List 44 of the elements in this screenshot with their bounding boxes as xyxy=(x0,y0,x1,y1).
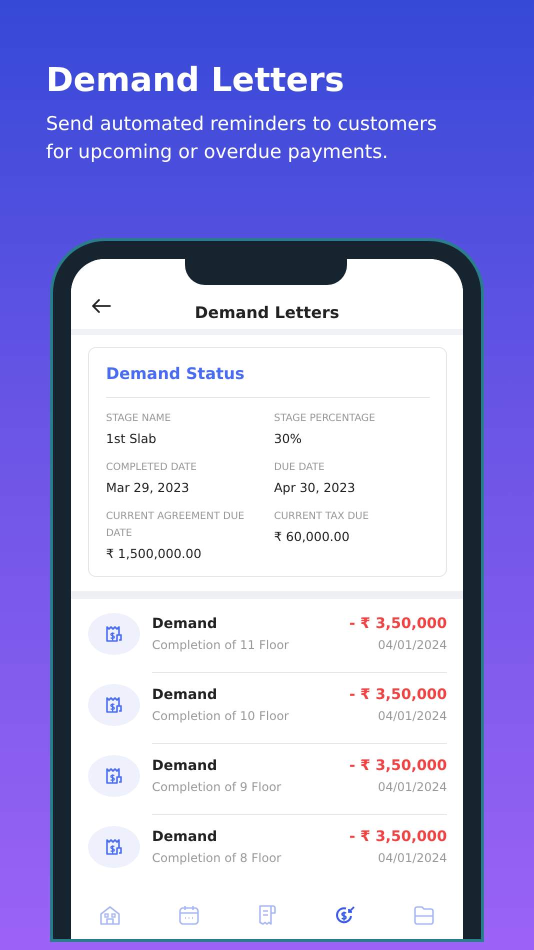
demand-date: 04/01/2024 xyxy=(378,780,447,794)
folder-icon[interactable] xyxy=(412,903,436,927)
field-label: STAGE PERCENTAGE xyxy=(274,412,376,426)
field-value: ₹ 60,000.00 xyxy=(274,528,351,546)
calendar-icon[interactable] xyxy=(176,903,201,927)
field-value: ₹ 1,500,000.00 xyxy=(106,545,202,563)
field-label: COMPLETED DATE xyxy=(106,461,198,475)
demand-amount: - ₹ 3,50,000 xyxy=(349,616,447,632)
field-label: CURRENT AGREEMENT DUE DATE xyxy=(106,510,246,541)
screen-title: Demand Letters xyxy=(194,302,340,322)
headline: Demand Letters xyxy=(46,59,346,101)
demand-amount: - ₹ 3,50,000 xyxy=(349,829,447,845)
home-icon[interactable] xyxy=(98,903,122,927)
demand-date: 04/01/2024 xyxy=(378,709,447,723)
demand-description: Completion of 9 Floor xyxy=(152,779,282,796)
field-label: STAGE NAME xyxy=(106,412,172,426)
field-value: Mar 29, 2023 xyxy=(106,479,190,497)
demand-item[interactable]: Demand - ₹ 3,50,000 Completion of 8 Floor 04/01/2024 xyxy=(88,814,447,885)
demand-title: Demand xyxy=(152,828,218,847)
demand-title: Demand xyxy=(152,757,218,776)
demand-item[interactable]: Demand - ₹ 3,50,000 Completion of 10 Floor 04/01/2024 xyxy=(88,672,447,743)
field-value: Apr 30, 2023 xyxy=(274,479,356,497)
demand-date: 04/01/2024 xyxy=(378,638,447,652)
card-title: Demand Status xyxy=(106,364,430,398)
demand-amount: - ₹ 3,50,000 xyxy=(349,687,447,703)
back-button[interactable] xyxy=(91,299,111,313)
receipt-icon xyxy=(88,613,140,655)
receipt-icon xyxy=(88,755,140,797)
field-value: 1st Slab xyxy=(106,430,158,448)
field-value: 30% xyxy=(274,430,303,448)
demand-description: Completion of 11 Floor xyxy=(152,637,289,654)
receipt-icon xyxy=(88,826,140,868)
demand-item[interactable]: Demand - ₹ 3,50,000 Completion of 9 Floor 04/01/2024 xyxy=(88,743,447,814)
field-label: DUE DATE xyxy=(274,461,326,475)
demand-description: Completion of 8 Floor xyxy=(152,850,282,867)
description: Send automated reminders to customers for upcoming or overdue payments. xyxy=(46,112,438,165)
demand-item[interactable]: Demand - ₹ 3,50,000 Completion of 11 Floor 04/01/2024 xyxy=(88,601,447,672)
demand-amount: - ₹ 3,50,000 xyxy=(349,758,447,774)
demand-title: Demand xyxy=(152,615,218,634)
demand-date: 04/01/2024 xyxy=(378,851,447,865)
demand-title: Demand xyxy=(152,686,218,705)
receipt-icon xyxy=(88,684,140,726)
demand-description: Completion of 10 Floor xyxy=(152,708,289,725)
field-label: CURRENT TAX DUE xyxy=(274,510,370,524)
